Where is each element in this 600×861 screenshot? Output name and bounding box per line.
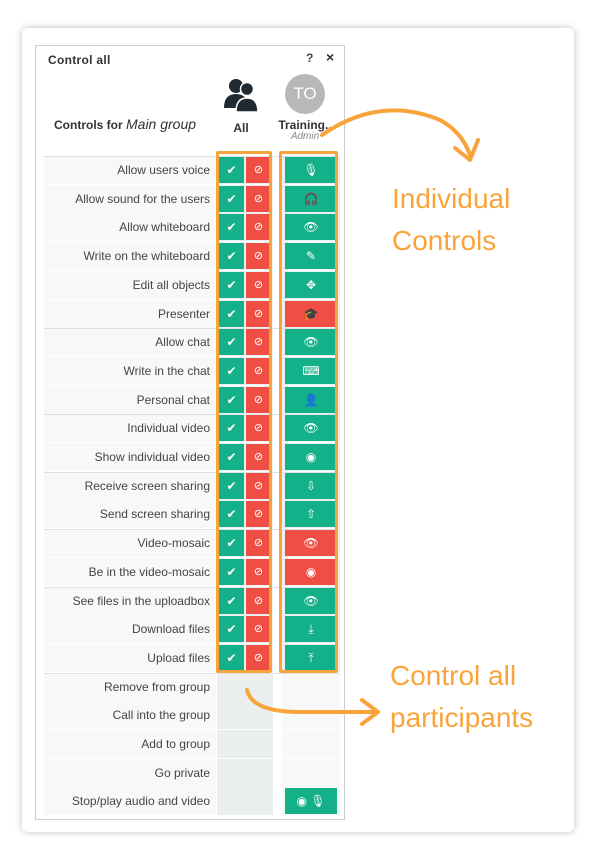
arrow-all	[245, 688, 377, 714]
callout-individual-controls: Individual Controls	[392, 183, 511, 256]
callout-control-all-participants: Control all participants	[390, 660, 534, 733]
arrow-individual	[320, 108, 472, 157]
